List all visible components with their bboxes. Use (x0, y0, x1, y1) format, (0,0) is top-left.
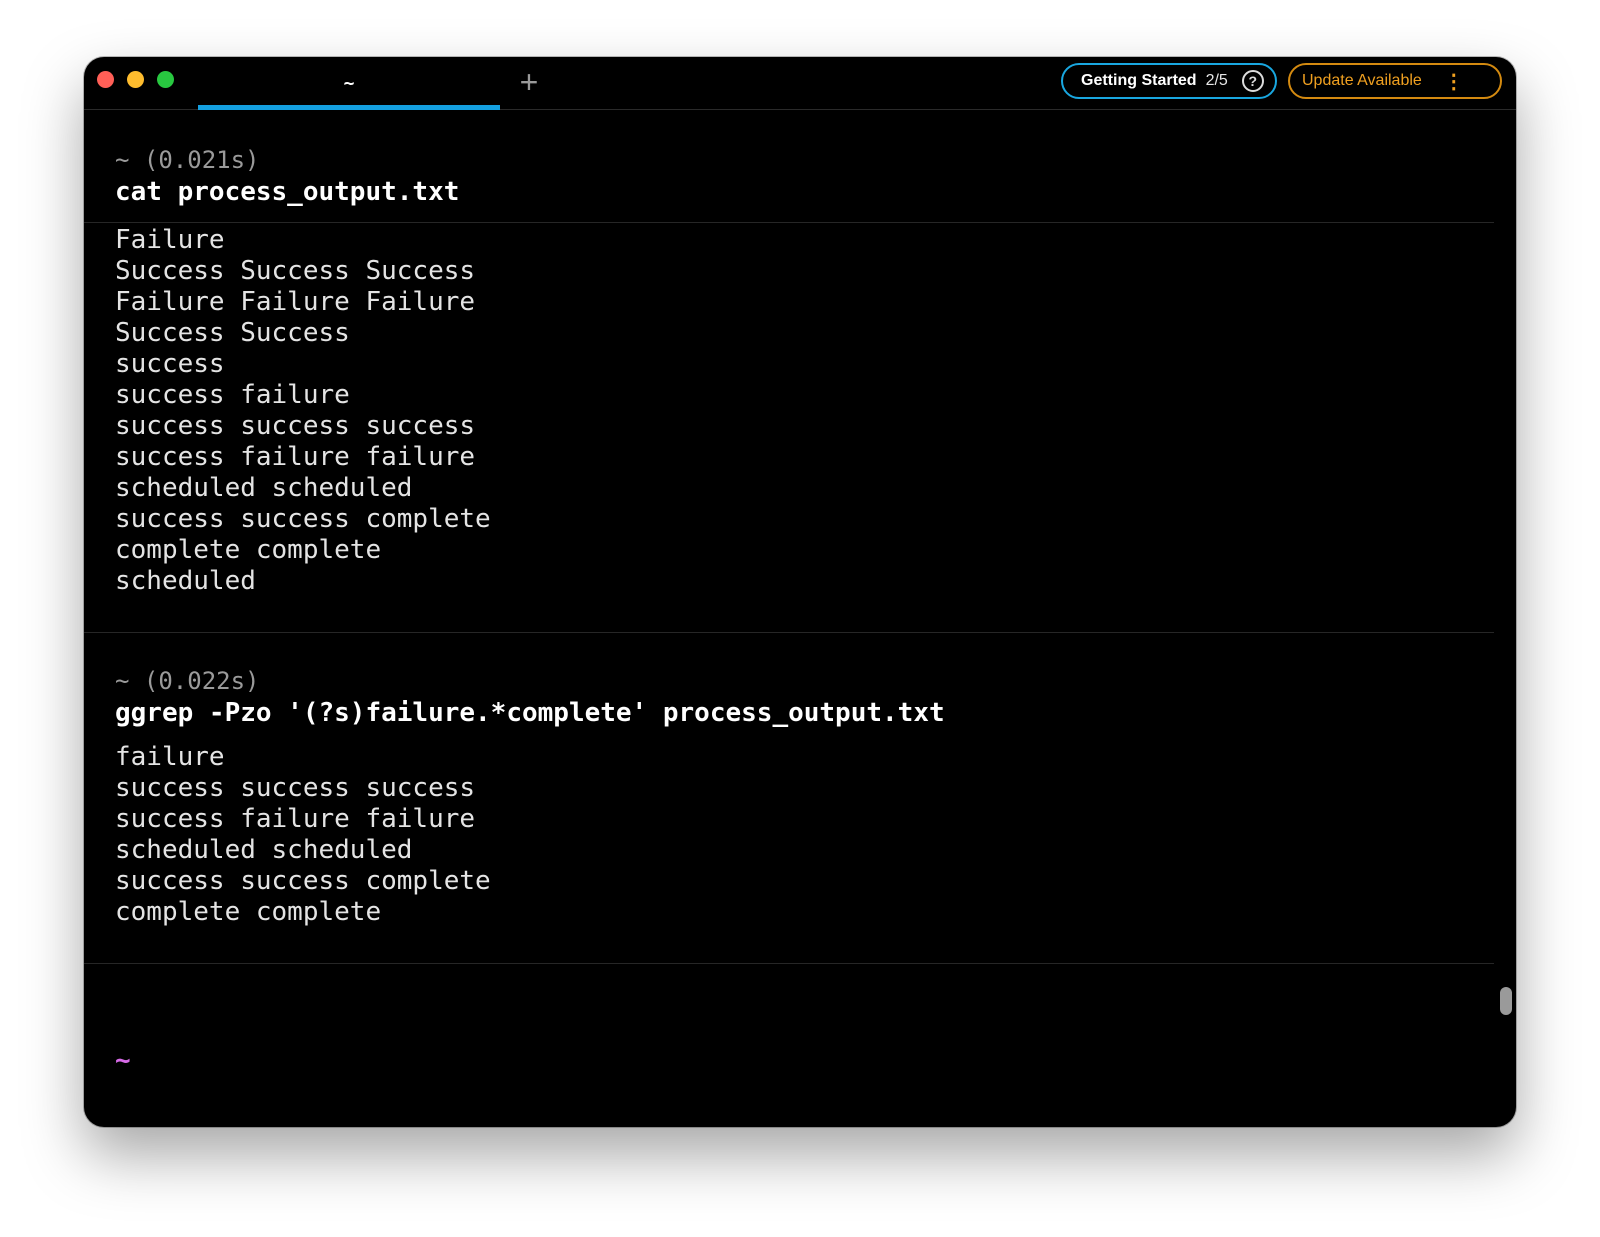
help-icon[interactable]: ? (1241, 70, 1264, 92)
output-line: success failure failure (115, 804, 476, 834)
output-line: success success complete (115, 504, 491, 534)
output-line: Success Success Success (115, 256, 476, 286)
output-line: failure (115, 742, 225, 772)
minimize-window-button[interactable] (127, 71, 144, 88)
update-available-button[interactable]: Update Available ⋮ (1288, 63, 1502, 99)
scrollbar-thumb[interactable] (1500, 987, 1512, 1015)
output-line: success success complete (115, 866, 491, 896)
output-line: scheduled scheduled (115, 473, 413, 503)
update-available-label: Update Available (1302, 72, 1422, 89)
output-line: success failure failure (115, 442, 476, 472)
output-line: scheduled (115, 566, 256, 596)
title-bar: ~ + Getting Started 2/5 ? Update Availab… (84, 57, 1516, 110)
getting-started-progress: 2/5 (1205, 72, 1228, 89)
getting-started-button[interactable]: Getting Started 2/5 ? (1061, 63, 1277, 99)
tab-home[interactable]: ~ (198, 57, 500, 109)
block-divider (84, 632, 1494, 633)
output-line: scheduled scheduled (115, 835, 413, 865)
plus-icon: + (519, 64, 539, 100)
output-line: Failure Failure Failure (115, 287, 476, 317)
command-text: ggrep -Pzo '(?s)failure.*complete' proce… (115, 698, 945, 728)
tab-label: ~ (343, 72, 355, 94)
output-line: complete complete (115, 897, 382, 927)
output-line: success failure (115, 380, 350, 410)
prompt-input[interactable]: ~ (115, 1046, 131, 1076)
getting-started-label: Getting Started (1081, 72, 1197, 89)
output-line: success success success (115, 411, 476, 441)
block-meta: ~ (0.021s) (115, 146, 260, 174)
output-line: complete complete (115, 535, 382, 565)
command-text: cat process_output.txt (115, 177, 460, 207)
output-line: Failure (115, 225, 225, 255)
output-line: Success Success (115, 318, 350, 348)
command-output: Failure Success Success Success Failure Fa… (115, 225, 491, 597)
more-options-icon[interactable]: ⋮ (1444, 69, 1464, 94)
command-output: failure success success success success fa… (115, 742, 491, 928)
terminal-window: ~ + Getting Started 2/5 ? Update Availab… (84, 57, 1516, 1127)
output-line: success success success (115, 773, 476, 803)
terminal-output[interactable]: ~ (0.021s) cat process_output.txt Failur… (84, 110, 1516, 1127)
close-window-button[interactable] (97, 71, 114, 88)
block-divider (84, 222, 1494, 223)
block-divider (84, 963, 1494, 964)
zoom-window-button[interactable] (157, 71, 174, 88)
new-tab-button[interactable]: + (514, 64, 544, 100)
block-meta: ~ (0.022s) (115, 667, 260, 695)
output-line: success (115, 349, 225, 379)
